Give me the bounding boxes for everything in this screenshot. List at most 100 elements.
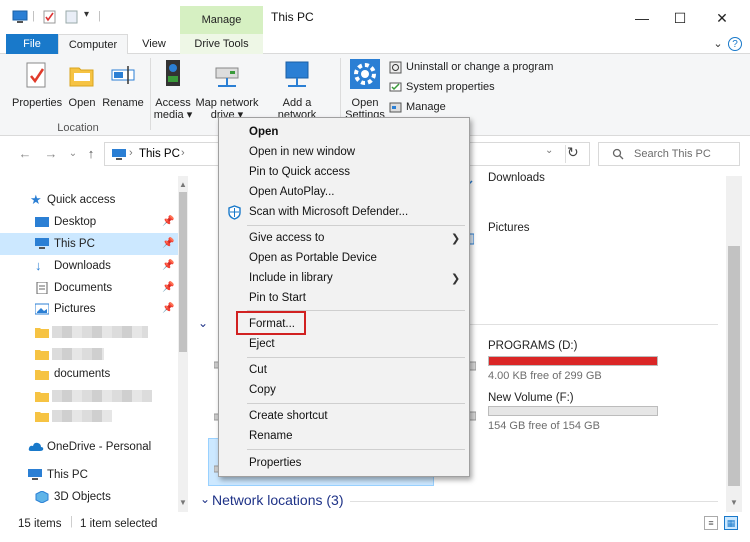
manage-button[interactable]: Manage — [389, 98, 446, 116]
help-icon[interactable]: ? — [728, 37, 742, 51]
open-settings-button[interactable]: Open Settings — [343, 58, 387, 121]
breadcrumb-this-pc[interactable]: This PC — [139, 148, 180, 160]
tab-file[interactable]: File — [6, 34, 58, 54]
search-placeholder: Search This PC — [634, 148, 711, 160]
menu-create-shortcut[interactable]: Create shortcut — [249, 406, 328, 426]
system-properties-label: System properties — [406, 81, 495, 93]
nav-pictures[interactable]: Pictures 📌 — [0, 298, 188, 320]
navigation-pane: ★ Quick access Desktop 📌 This PC 📌 ↓ Dow… — [0, 176, 188, 512]
redacted-text — [52, 410, 112, 422]
tab-view[interactable]: View — [128, 34, 180, 54]
map-network-drive-button[interactable]: Map network drive ▾ — [194, 58, 260, 121]
open-label: Open — [68, 97, 96, 109]
properties-label: Properties — [12, 97, 63, 109]
close-button[interactable]: ✕ — [710, 6, 734, 30]
details-view-icon[interactable]: ≡ — [704, 516, 718, 530]
tab-drive-tools[interactable]: Drive Tools — [180, 34, 263, 54]
devices-group-chevron-icon[interactable]: ⌄ — [198, 316, 208, 330]
downloads-folder-label[interactable]: Downloads — [488, 172, 545, 184]
nav-documents-folder[interactable]: documents — [0, 363, 188, 385]
menu-pin-start[interactable]: Pin to Start — [249, 288, 306, 308]
ribbon-separator — [150, 58, 151, 130]
file-explorer-window: | ▾ | Manage This PC — ☐ ✕ File Computer… — [0, 0, 750, 542]
nav-label: Documents — [54, 282, 113, 294]
nav-onedrive[interactable]: OneDrive - Personal — [0, 436, 188, 458]
up-icon[interactable]: ↑ — [82, 145, 100, 163]
rename-button[interactable]: Rename — [102, 60, 144, 109]
maximize-button[interactable]: ☐ — [668, 6, 692, 30]
back-icon[interactable]: ← — [16, 145, 34, 163]
access-media-button[interactable]: Access media ▾ — [153, 58, 193, 121]
qa-customize-icon[interactable]: ▾ — [84, 9, 89, 20]
group-divider — [350, 501, 718, 502]
nav-folder-redacted[interactable] — [0, 385, 188, 407]
nav-folder-redacted[interactable] — [0, 321, 188, 343]
network-locations-header[interactable]: Network locations (3) — [212, 492, 344, 508]
item-count: 15 items — [18, 518, 62, 530]
folder-icon — [35, 328, 49, 338]
nav-this-pc[interactable]: This PC — [0, 464, 188, 486]
menu-open-portable[interactable]: Open as Portable Device — [249, 248, 377, 268]
nav-scroll-thumb[interactable] — [179, 192, 187, 352]
content-scrollbar[interactable]: ▼ — [726, 176, 742, 512]
nav-label: Desktop — [54, 216, 97, 228]
status-divider: | — [70, 516, 73, 528]
menu-include-library[interactable]: Include in library — [249, 268, 333, 288]
forward-icon[interactable]: → — [42, 145, 60, 163]
window-title: This PC — [271, 10, 314, 24]
uninstall-program-button[interactable]: Uninstall or change a program — [389, 58, 553, 76]
new-folder-quick-icon[interactable] — [64, 10, 80, 24]
network-group-chevron-icon[interactable]: ⌄ — [200, 492, 210, 506]
nav-label: Pictures — [54, 303, 96, 315]
menu-pin-quick-access[interactable]: Pin to Quick access — [249, 162, 350, 182]
status-bar: 15 items | 1 item selected ≡ ▦ — [0, 514, 750, 536]
redacted-text — [52, 348, 104, 360]
content-scroll-thumb[interactable] — [728, 246, 740, 486]
menu-give-access[interactable]: Give access to — [249, 228, 324, 248]
tab-computer[interactable]: Computer — [58, 34, 128, 55]
pin-icon: 📌 — [162, 216, 175, 227]
nav-folder-redacted[interactable] — [0, 405, 188, 427]
system-properties-button[interactable]: System properties — [389, 78, 495, 96]
map-network-drive-icon — [215, 67, 239, 87]
menu-scan-defender[interactable]: Scan with Microsoft Defender... — [249, 202, 408, 222]
menu-open-new-window[interactable]: Open in new window — [249, 142, 355, 162]
refresh-icon[interactable]: ↻ — [567, 144, 579, 161]
nav-folder-redacted[interactable] — [0, 343, 188, 365]
open-button[interactable]: Open — [66, 60, 98, 109]
address-dropdown-icon[interactable]: ⌄ — [545, 145, 553, 156]
properties-quick-icon[interactable] — [42, 10, 58, 24]
menu-open[interactable]: Open — [249, 122, 278, 142]
manage-label: Manage — [406, 101, 446, 113]
tiles-view-icon[interactable]: ▦ — [724, 516, 738, 530]
scroll-down-icon[interactable]: ▼ — [178, 498, 188, 507]
breadcrumb-chevron-icon[interactable]: › — [129, 147, 133, 159]
uninstall-icon — [389, 61, 402, 74]
scroll-up-icon[interactable]: ▲ — [178, 180, 188, 189]
recent-locations-icon[interactable]: ⌄ — [64, 145, 82, 163]
menu-rename[interactable]: Rename — [249, 426, 292, 446]
menu-eject[interactable]: Eject — [249, 334, 275, 354]
minimize-button[interactable]: — — [630, 6, 654, 30]
menu-cut[interactable]: Cut — [249, 360, 267, 380]
menu-properties[interactable]: Properties — [249, 453, 301, 473]
menu-copy[interactable]: Copy — [249, 380, 276, 400]
properties-button[interactable]: Properties — [12, 60, 62, 109]
drive-d-name[interactable]: PROGRAMS (D:) — [488, 340, 577, 352]
menu-separator — [247, 357, 465, 358]
pictures-folder-label[interactable]: Pictures — [488, 222, 530, 234]
collapse-ribbon-icon[interactable]: ⌄ — [710, 36, 726, 52]
nav-downloads[interactable]: ↓ Downloads 📌 — [0, 255, 188, 277]
nav-quick-access[interactable]: ★ Quick access — [0, 189, 188, 211]
nav-3d-objects[interactable]: 3D Objects — [0, 486, 188, 508]
nav-desktop[interactable]: Desktop 📌 — [0, 211, 188, 233]
nav-scrollbar[interactable]: ▲ ▼ — [178, 176, 188, 512]
nav-this-pc-pinned[interactable]: This PC 📌 — [0, 233, 188, 255]
drive-f-name[interactable]: New Volume (F:) — [488, 392, 574, 404]
nav-label: This PC — [54, 238, 95, 250]
manage-context-tab[interactable]: Manage — [180, 6, 263, 34]
nav-documents[interactable]: Documents 📌 — [0, 277, 188, 299]
scroll-down-icon[interactable]: ▼ — [726, 498, 742, 507]
menu-open-autoplay[interactable]: Open AutoPlay... — [249, 182, 334, 202]
breadcrumb-chevron-icon[interactable]: › — [181, 147, 185, 159]
